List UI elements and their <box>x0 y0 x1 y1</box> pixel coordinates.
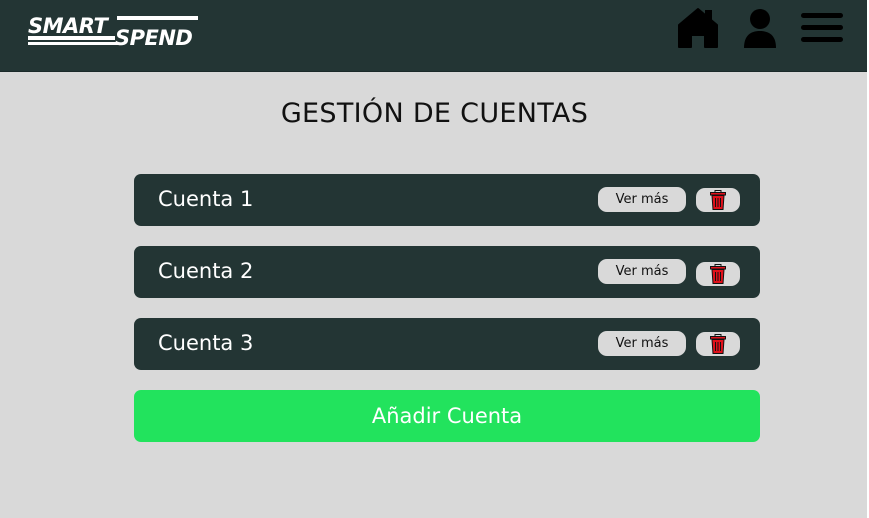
hamburger-menu-icon[interactable] <box>801 13 843 45</box>
view-more-button[interactable]: Ver más <box>598 331 686 356</box>
home-icon[interactable] <box>677 7 719 49</box>
trash-icon <box>710 190 726 210</box>
trash-icon <box>710 264 726 284</box>
svg-text:SMART: SMART <box>28 14 110 38</box>
view-more-button[interactable]: Ver más <box>598 187 686 212</box>
user-icon[interactable] <box>742 8 778 50</box>
account-name: Cuenta 1 <box>158 187 254 211</box>
header-bar: SMART SPEND <box>0 0 867 72</box>
delete-account-button[interactable] <box>696 332 740 356</box>
page-title: GESTIÓN DE CUENTAS <box>280 98 589 129</box>
app-logo[interactable]: SMART SPEND <box>27 14 199 48</box>
account-name: Cuenta 3 <box>158 331 254 355</box>
delete-account-button[interactable] <box>696 188 740 212</box>
view-more-button[interactable]: Ver más <box>598 259 686 284</box>
trash-icon <box>710 334 726 354</box>
svg-text:SPEND: SPEND <box>115 26 192 48</box>
account-name: Cuenta 2 <box>158 259 254 283</box>
account-row: Cuenta 1 Ver más <box>134 174 760 226</box>
account-row: Cuenta 2 Ver más <box>134 246 760 298</box>
page-background: SMART SPEND GESTIÓN DE CUENTAS Cuenta 1 … <box>0 0 867 518</box>
delete-account-button[interactable] <box>696 262 740 286</box>
add-account-button[interactable]: Añadir Cuenta <box>134 390 760 442</box>
account-row: Cuenta 3 Ver más <box>134 318 760 370</box>
